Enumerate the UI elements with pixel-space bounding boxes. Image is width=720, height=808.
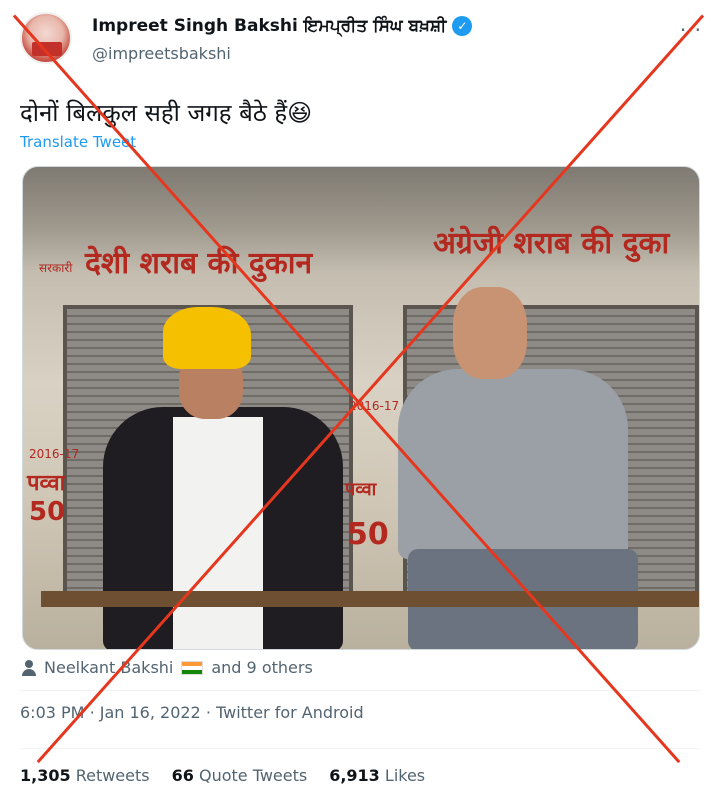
retweets-label: Retweets (75, 766, 150, 785)
meta-separator: · (205, 703, 216, 722)
side-sign-left-price: 50 (29, 497, 66, 527)
tweet-header: Impreet Singh Bakshi ਇਮਪ੍ਰੀਤ ਸਿੰਘ ਬਖ਼ਸ਼ੀ… (0, 0, 720, 80)
tweet-stats: 1,305 Retweets 66 Quote Tweets 6,913 Lik… (20, 766, 425, 785)
likes-label: Likes (384, 766, 426, 785)
side-sign-left-year: 2016-17 (29, 447, 80, 461)
side-sign-left: पव्वा (27, 471, 66, 496)
tweet-meta: 6:03 PM · Jan 16, 2022 · Twitter for And… (20, 703, 364, 722)
tweet-text: दोनों बिलकुल सही जगह बैठे हैं😆 (20, 99, 313, 127)
turban (163, 307, 251, 369)
cot-bench (41, 591, 699, 607)
likes-stat[interactable]: 6,913 Likes (329, 766, 425, 785)
liked-by-row[interactable]: Neelkant Bakshi and 9 others (22, 658, 313, 677)
tweet-source[interactable]: Twitter for Android (216, 703, 364, 722)
quotes-count: 66 (171, 766, 194, 785)
retweets-stat[interactable]: 1,305 Retweets (20, 766, 150, 785)
retweets-count: 1,305 (20, 766, 71, 785)
tweet-date[interactable]: Jan 16, 2022 (100, 703, 201, 722)
verified-badge-icon: ✓ (452, 16, 473, 36)
divider (20, 690, 700, 691)
user-handle[interactable]: @impreetsbakshi (92, 44, 231, 63)
avatar[interactable] (20, 12, 72, 64)
liker-others[interactable]: and 9 others (211, 658, 312, 677)
name-row: Impreet Singh Bakshi ਇਮਪ੍ਰੀਤ ਸਿੰਘ ਬਖ਼ਸ਼ੀ… (92, 16, 473, 36)
sign-right: अंग्रेजी शराब की दुका (433, 226, 670, 261)
person-icon (22, 659, 36, 676)
sign-left: देशी शराब की दुकान (85, 246, 313, 281)
liker-name[interactable]: Neelkant Bakshi (44, 658, 173, 677)
display-name[interactable]: Impreet Singh Bakshi ਇਮਪ੍ਰੀਤ ਸਿੰਘ ਬਖ਼ਸ਼ੀ (92, 16, 446, 36)
quotes-label: Quote Tweets (198, 766, 308, 785)
divider (20, 748, 700, 749)
sign-left-prefix: सरकारी (39, 261, 73, 275)
india-flag-icon (181, 660, 204, 675)
meta-separator: · (89, 703, 100, 722)
quotes-stat[interactable]: 66 Quote Tweets (172, 766, 308, 785)
likes-count: 6,913 (329, 766, 380, 785)
